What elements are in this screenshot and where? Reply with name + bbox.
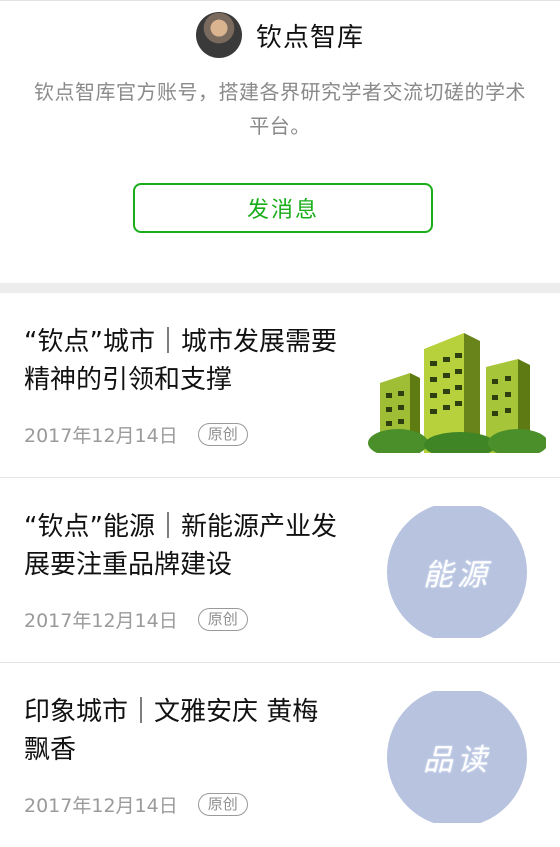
article-meta: 2017年12月14日 原创: [24, 606, 248, 633]
article-title[interactable]: “钦点”城市｜城市发展需要精神的引领和支撑: [24, 323, 344, 399]
article-thumbnail[interactable]: 品读: [368, 691, 546, 823]
article-item[interactable]: 印象城市｜文雅安庆 黄梅飘香 2017年12月14日 原创 品读: [0, 663, 560, 847]
account-name[interactable]: 钦点智库: [256, 17, 364, 54]
reading-thumbnail: 品读: [387, 691, 527, 823]
article-date: 2017年12月14日: [24, 795, 178, 817]
account-header[interactable]: 钦点智库: [0, 11, 560, 59]
original-badge: 原创: [197, 608, 248, 631]
thumbnail-text: 能源: [423, 558, 491, 593]
article-meta: 2017年12月14日 原创: [24, 421, 248, 448]
article-title[interactable]: 印象城市｜文雅安庆 黄梅飘香: [24, 693, 344, 769]
account-description: 钦点智库官方账号，搭建各界研究学者交流切磋的学术平台。: [34, 80, 526, 138]
original-badge: 原创: [197, 423, 248, 446]
article-thumbnail[interactable]: 能源: [368, 506, 546, 638]
article-date: 2017年12月14日: [24, 610, 178, 632]
article-title[interactable]: “钦点”能源｜新能源产业发展要注重品牌建设: [24, 508, 344, 584]
energy-thumbnail: 能源: [387, 506, 527, 638]
section-divider: [0, 283, 560, 293]
article-thumbnail[interactable]: [368, 321, 546, 453]
account-profile: 钦点智库 钦点智库官方账号，搭建各界研究学者交流切磋的学术平台。 发消息: [0, 0, 560, 283]
original-badge: 原创: [197, 793, 248, 816]
send-message-button[interactable]: 发消息: [133, 183, 433, 233]
thumbnail-text: 品读: [423, 743, 491, 778]
article-list: “钦点”城市｜城市发展需要精神的引领和支撑 2017年12月14日 原创 “钦点…: [0, 293, 560, 847]
article-date: 2017年12月14日: [24, 425, 178, 447]
article-item[interactable]: “钦点”能源｜新能源产业发展要注重品牌建设 2017年12月14日 原创 能源: [0, 478, 560, 663]
buildings-illustration: [368, 321, 546, 453]
avatar[interactable]: [195, 12, 242, 58]
article-item[interactable]: “钦点”城市｜城市发展需要精神的引领和支撑 2017年12月14日 原创: [0, 293, 560, 478]
article-meta: 2017年12月14日 原创: [24, 791, 248, 818]
